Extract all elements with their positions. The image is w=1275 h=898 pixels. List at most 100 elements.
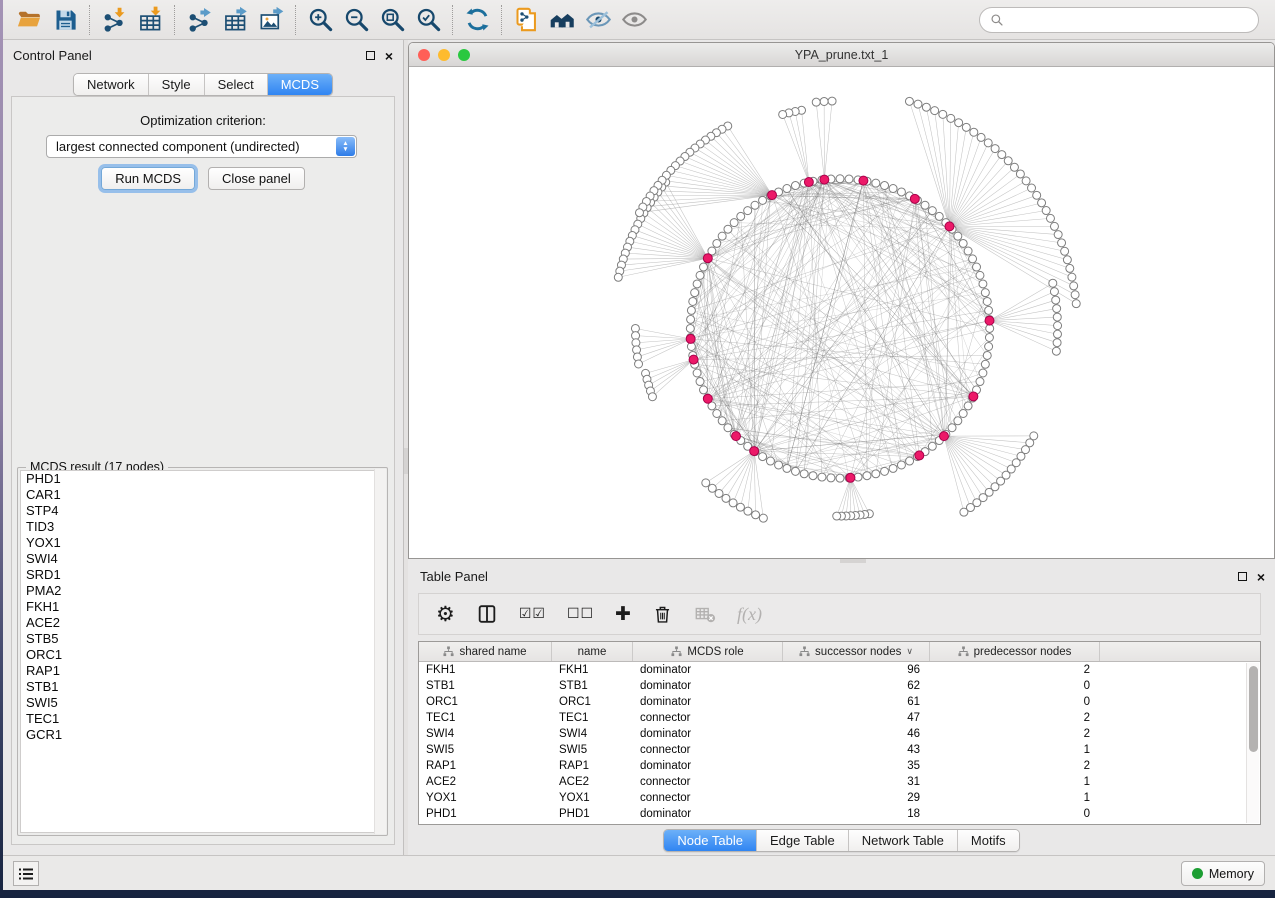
mcds-result-item[interactable]: FKH1 xyxy=(21,599,384,615)
mcds-result-item[interactable]: TID3 xyxy=(21,519,384,535)
save-session-button[interactable] xyxy=(47,3,83,37)
table-row[interactable]: STB1STB1dominator620 xyxy=(419,678,1260,694)
table-row[interactable]: TEC1TEC1connector472 xyxy=(419,710,1260,726)
column-header-name[interactable]: name xyxy=(552,642,633,661)
run-mcds-button[interactable]: Run MCDS xyxy=(101,167,195,190)
tab-style[interactable]: Style xyxy=(149,74,205,95)
table-cell: PHD1 xyxy=(419,806,552,822)
table-cell: 1 xyxy=(930,774,1100,790)
table-settings-gear-icon[interactable]: ⚙ xyxy=(436,602,455,627)
toolbar-separator xyxy=(452,5,453,35)
mcds-list-scrollbar[interactable] xyxy=(374,469,386,834)
select-all-checkboxes-icon[interactable]: ☑☑ xyxy=(519,606,546,622)
show-eye-button[interactable] xyxy=(616,3,652,37)
mcds-result-item[interactable]: CAR1 xyxy=(21,487,384,503)
mcds-result-item[interactable]: SWI4 xyxy=(21,551,384,567)
mcds-result-item[interactable]: STB1 xyxy=(21,679,384,695)
column-header-mcds-role[interactable]: MCDS role xyxy=(633,642,783,661)
mcds-result-item[interactable]: YOX1 xyxy=(21,535,384,551)
table-cell: connector xyxy=(633,710,783,726)
float-panel-button[interactable] xyxy=(366,51,375,60)
sort-descending-icon: ∨ xyxy=(906,646,913,657)
table-cell: dominator xyxy=(633,678,783,694)
node-table-header: shared name name MCDS role successor nod… xyxy=(419,642,1260,662)
tab-node-table[interactable]: Node Table xyxy=(664,830,757,851)
table-cell: 61 xyxy=(783,694,930,710)
mcds-result-item[interactable]: SWI5 xyxy=(21,695,384,711)
main-toolbar xyxy=(3,0,1275,40)
table-cell: dominator xyxy=(633,806,783,822)
column-header-successor-nodes[interactable]: successor nodes ∨ xyxy=(783,642,930,661)
tab-select[interactable]: Select xyxy=(205,74,268,95)
export-network-button[interactable] xyxy=(181,3,217,37)
add-column-icon[interactable]: ✚ xyxy=(615,603,631,625)
network-view-window: YPA_prune.txt_1 xyxy=(408,42,1275,559)
import-network-button[interactable] xyxy=(96,3,132,37)
refresh-button[interactable] xyxy=(459,3,495,37)
table-row[interactable]: PHD1PHD1dominator180 xyxy=(419,806,1260,822)
mcds-result-item[interactable]: SRD1 xyxy=(21,567,384,583)
table-cell: ACE2 xyxy=(419,774,552,790)
houses-button[interactable] xyxy=(544,3,580,37)
mcds-result-item[interactable]: TEC1 xyxy=(21,711,384,727)
zoom-out-button[interactable] xyxy=(338,3,374,37)
mcds-result-item[interactable]: GCR1 xyxy=(21,727,384,743)
close-panel-icon[interactable]: × xyxy=(385,51,393,61)
network-canvas[interactable] xyxy=(409,67,1274,558)
export-table-button[interactable] xyxy=(217,3,253,37)
duplicate-network-button[interactable] xyxy=(508,3,544,37)
delete-column-trash-icon[interactable] xyxy=(652,604,673,625)
dropdown-stepper-icon: ▲▼ xyxy=(336,137,355,156)
table-scrollbar-thumb[interactable] xyxy=(1249,666,1258,752)
zoom-in-button[interactable] xyxy=(302,3,338,37)
float-table-panel-button[interactable] xyxy=(1238,572,1247,581)
export-image-button[interactable] xyxy=(253,3,289,37)
tab-network[interactable]: Network xyxy=(74,74,149,95)
open-session-button[interactable] xyxy=(11,3,47,37)
table-row[interactable]: YOX1YOX1connector291 xyxy=(419,790,1260,806)
optimization-criterion-dropdown[interactable]: largest connected component (undirected)… xyxy=(46,135,357,158)
zoom-fit-icon xyxy=(379,6,406,33)
tab-motifs[interactable]: Motifs xyxy=(958,830,1019,851)
import-table-icon xyxy=(137,6,164,33)
network-window-titlebar[interactable]: YPA_prune.txt_1 xyxy=(409,43,1274,67)
tab-mcds[interactable]: MCDS xyxy=(268,74,332,95)
hide-eye-button[interactable] xyxy=(580,3,616,37)
mcds-result-item[interactable]: STB5 xyxy=(21,631,384,647)
mcds-result-item[interactable]: STP4 xyxy=(21,503,384,519)
delete-table-icon xyxy=(694,603,716,625)
import-table-button[interactable] xyxy=(132,3,168,37)
table-scrollbar[interactable] xyxy=(1246,663,1259,823)
network-graph[interactable] xyxy=(409,67,1274,558)
table-row[interactable]: SWI4SWI4dominator462 xyxy=(419,726,1260,742)
close-panel-button[interactable]: Close panel xyxy=(208,167,305,190)
mcds-result-item[interactable]: PMA2 xyxy=(21,583,384,599)
toolbar-separator xyxy=(174,5,175,35)
deselect-all-checkboxes-icon[interactable]: ☐☐ xyxy=(567,606,594,622)
tab-edge-table[interactable]: Edge Table xyxy=(757,830,849,851)
table-row[interactable]: FKH1FKH1dominator962 xyxy=(419,662,1260,678)
zoom-selected-button[interactable] xyxy=(410,3,446,37)
close-table-panel-icon[interactable]: × xyxy=(1257,572,1265,582)
memory-button[interactable]: Memory xyxy=(1181,861,1265,886)
table-cell: 46 xyxy=(783,726,930,742)
search-input[interactable] xyxy=(1010,13,1248,28)
mcds-result-item[interactable]: PHD1 xyxy=(21,471,384,487)
show-columns-icon[interactable] xyxy=(476,603,498,625)
search-field[interactable] xyxy=(979,7,1259,33)
mcds-result-item[interactable]: RAP1 xyxy=(21,663,384,679)
table-row[interactable]: ORC1ORC1dominator610 xyxy=(419,694,1260,710)
table-cell: 29 xyxy=(783,790,930,806)
column-header-predecessor-nodes[interactable]: predecessor nodes xyxy=(930,642,1100,661)
mcds-result-item[interactable]: ORC1 xyxy=(21,647,384,663)
node-table-body: FKH1FKH1dominator962STB1STB1dominator620… xyxy=(419,662,1260,822)
table-row[interactable]: SWI5SWI5connector431 xyxy=(419,742,1260,758)
task-history-button[interactable] xyxy=(13,861,39,886)
table-row[interactable]: RAP1RAP1dominator352 xyxy=(419,758,1260,774)
mcds-result-item[interactable]: ACE2 xyxy=(21,615,384,631)
toolbar-separator xyxy=(501,5,502,35)
tab-network-table[interactable]: Network Table xyxy=(849,830,958,851)
column-header-shared-name[interactable]: shared name xyxy=(419,642,552,661)
zoom-fit-button[interactable] xyxy=(374,3,410,37)
table-row[interactable]: ACE2ACE2connector311 xyxy=(419,774,1260,790)
